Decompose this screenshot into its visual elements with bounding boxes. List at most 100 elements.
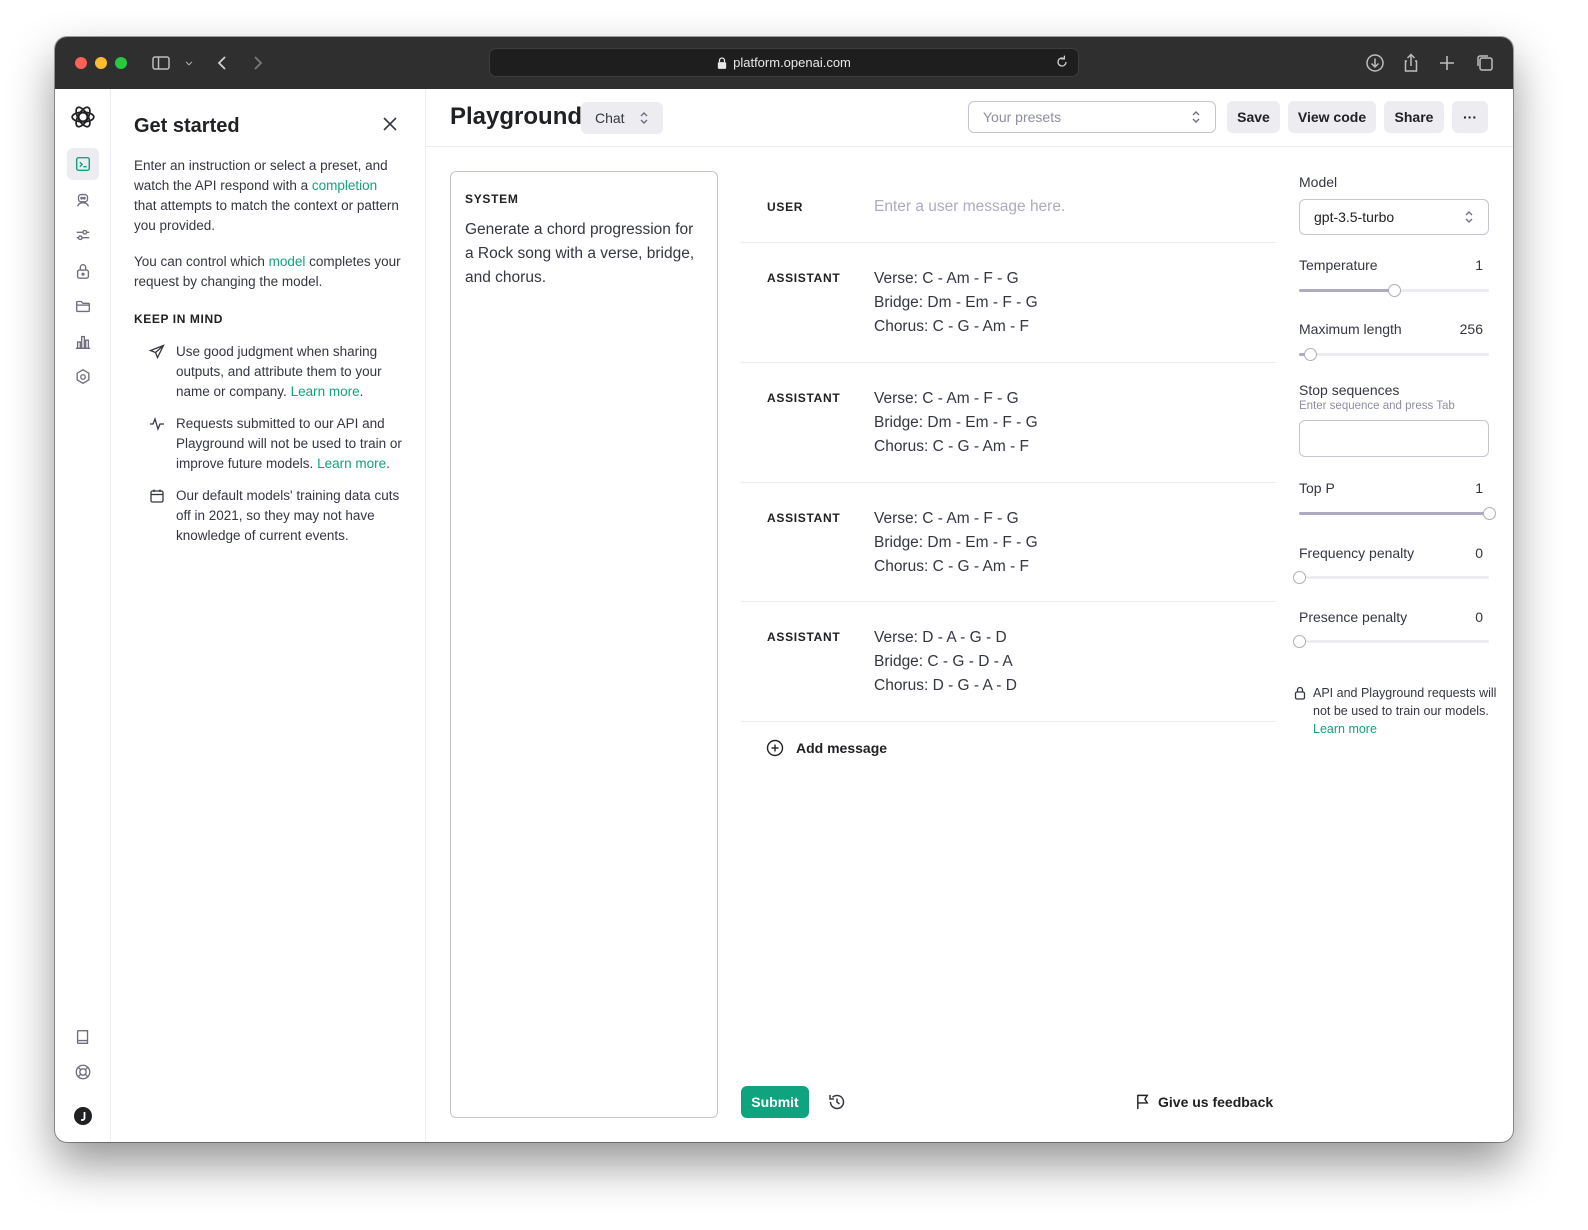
lock-icon <box>1294 686 1306 700</box>
browser-window: platform.openai.com Get started Enter an… <box>55 37 1513 1142</box>
max-length-value[interactable]: 256 <box>1460 321 1483 337</box>
keep-item-text: Our default models' training data cuts o… <box>176 488 400 543</box>
add-message-button[interactable]: Add message <box>766 739 887 757</box>
mode-label: Chat <box>595 110 625 126</box>
assistant-message-text[interactable]: Verse: C - Am - F - G Bridge: Dm - Em - … <box>874 267 1038 339</box>
presets-select[interactable]: Your presets <box>968 101 1216 133</box>
privacy-notice: API and Playground requests will not be … <box>1294 684 1499 738</box>
usage-chart-icon[interactable] <box>67 326 99 358</box>
model-link[interactable]: model <box>269 254 306 269</box>
assistant-message-row[interactable]: ASSISTANT Verse: C - Am - F - G Bridge: … <box>741 243 1276 363</box>
temperature-label: Temperature <box>1299 257 1378 273</box>
max-length-slider[interactable] <box>1299 348 1489 362</box>
files-folder-icon[interactable] <box>67 290 99 322</box>
model-value: gpt-3.5-turbo <box>1314 209 1395 225</box>
frequency-penalty-slider[interactable] <box>1293 571 1489 585</box>
api-keys-lock-icon[interactable] <box>67 255 99 287</box>
presence-penalty-value[interactable]: 0 <box>1475 609 1483 625</box>
page-title: Playground <box>450 103 583 130</box>
frequency-penalty-value[interactable]: 0 <box>1475 545 1483 561</box>
temperature-value[interactable]: 1 <box>1475 257 1483 273</box>
settings-gear-icon[interactable] <box>67 361 99 393</box>
slider-track <box>1299 576 1489 579</box>
stop-sequences-input[interactable] <box>1299 420 1489 457</box>
learn-more-link[interactable]: Learn more <box>317 456 386 471</box>
assistant-message-row[interactable]: ASSISTANT Verse: C - Am - F - G Bridge: … <box>741 483 1276 602</box>
assistant-message-text[interactable]: Verse: C - Am - F - G Bridge: Dm - Em - … <box>874 387 1038 459</box>
top-p-label: Top P <box>1299 480 1335 496</box>
mode-select[interactable]: Chat <box>581 102 663 134</box>
more-options-button[interactable]: ··· <box>1452 101 1488 133</box>
assistants-icon[interactable] <box>67 184 99 216</box>
documentation-book-icon[interactable] <box>67 1021 99 1053</box>
presence-penalty-slider[interactable] <box>1293 635 1489 649</box>
sidebar-toggle-icon[interactable] <box>149 51 173 75</box>
user-message-row[interactable]: USER Enter a user message here. <box>741 171 1276 243</box>
message-role: ASSISTANT <box>767 511 841 525</box>
reload-icon[interactable] <box>1054 54 1070 70</box>
feedback-label: Give us feedback <box>1158 1093 1274 1110</box>
assistant-message-row[interactable]: ASSISTANT Verse: C - Am - F - G Bridge: … <box>741 363 1276 483</box>
send-icon <box>149 344 165 360</box>
download-icon[interactable] <box>1363 51 1387 75</box>
view-code-button[interactable]: View code <box>1288 101 1376 133</box>
chat-messages: USER Enter a user message here. ASSISTAN… <box>741 171 1276 722</box>
completion-link[interactable]: completion <box>312 178 377 193</box>
slider-thumb[interactable] <box>1483 507 1496 520</box>
close-icon[interactable] <box>381 115 399 133</box>
share-button[interactable]: Share <box>1384 101 1444 133</box>
keep-item-training-data: Our default models' training data cuts o… <box>134 486 402 546</box>
activity-icon <box>150 417 164 431</box>
tab-overview-icon[interactable] <box>1473 51 1497 75</box>
stop-sequences-hint: Enter sequence and press Tab <box>1299 400 1455 412</box>
model-note-text: You can control which <box>134 254 269 269</box>
share-icon[interactable] <box>1399 51 1423 75</box>
chevron-down-icon[interactable] <box>179 51 199 75</box>
user-avatar-icon[interactable] <box>67 1100 99 1132</box>
get-started-model-note: You can control which model completes yo… <box>134 252 402 292</box>
slider-thumb[interactable] <box>1304 348 1318 361</box>
maximize-window-button[interactable] <box>115 57 127 69</box>
close-window-button[interactable] <box>75 57 87 69</box>
temperature-slider[interactable] <box>1299 284 1489 298</box>
top-p-slider[interactable] <box>1299 507 1496 521</box>
feedback-button[interactable]: Give us feedback <box>1135 1093 1273 1110</box>
slider-fill <box>1299 512 1489 515</box>
privacy-learn-more-link[interactable]: Learn more <box>1313 722 1377 736</box>
icon-rail <box>55 89 111 1142</box>
openai-logo-icon[interactable] <box>67 101 99 133</box>
fine-tuning-icon[interactable] <box>67 219 99 251</box>
slider-thumb[interactable] <box>1293 571 1306 584</box>
intro-text-end: that attempts to match the context or pa… <box>134 198 399 233</box>
top-p-value[interactable]: 1 <box>1475 480 1483 496</box>
assistant-message-text[interactable]: Verse: D - A - G - D Bridge: C - G - D -… <box>874 626 1017 698</box>
chevron-up-down-icon <box>1192 111 1200 123</box>
system-message-panel[interactable]: SYSTEM Generate a chord progression for … <box>450 171 718 1118</box>
plus-circle-icon <box>766 739 784 757</box>
playground-icon[interactable] <box>67 148 99 180</box>
chevron-up-down-icon <box>1465 211 1473 223</box>
minimize-window-button[interactable] <box>95 57 107 69</box>
back-icon[interactable] <box>211 51 235 75</box>
system-message-text[interactable]: Generate a chord progression for a Rock … <box>465 218 703 290</box>
slider-track <box>1299 353 1489 356</box>
get-started-panel: Get started Enter an instruction or sele… <box>111 89 426 1142</box>
model-select[interactable]: gpt-3.5-turbo <box>1299 199 1489 235</box>
new-tab-icon[interactable] <box>1435 51 1459 75</box>
assistant-message-text[interactable]: Verse: C - Am - F - G Bridge: Dm - Em - … <box>874 507 1038 579</box>
slider-thumb[interactable] <box>1388 284 1401 297</box>
user-message-input[interactable]: Enter a user message here. <box>874 195 1065 219</box>
add-message-label: Add message <box>796 740 888 756</box>
learn-more-link[interactable]: Learn more <box>291 384 360 399</box>
url-text: platform.openai.com <box>733 55 851 70</box>
assistant-message-row[interactable]: ASSISTANT Verse: D - A - G - D Bridge: C… <box>741 602 1276 722</box>
save-button[interactable]: Save <box>1227 101 1280 133</box>
message-role: USER <box>767 200 804 214</box>
address-bar[interactable]: platform.openai.com <box>489 48 1079 77</box>
history-icon[interactable] <box>827 1092 847 1112</box>
presence-penalty-label: Presence penalty <box>1299 609 1408 625</box>
submit-button[interactable]: Submit <box>741 1086 809 1118</box>
forward-icon[interactable] <box>245 51 269 75</box>
help-lifebuoy-icon[interactable] <box>67 1056 99 1088</box>
slider-thumb[interactable] <box>1293 635 1306 648</box>
